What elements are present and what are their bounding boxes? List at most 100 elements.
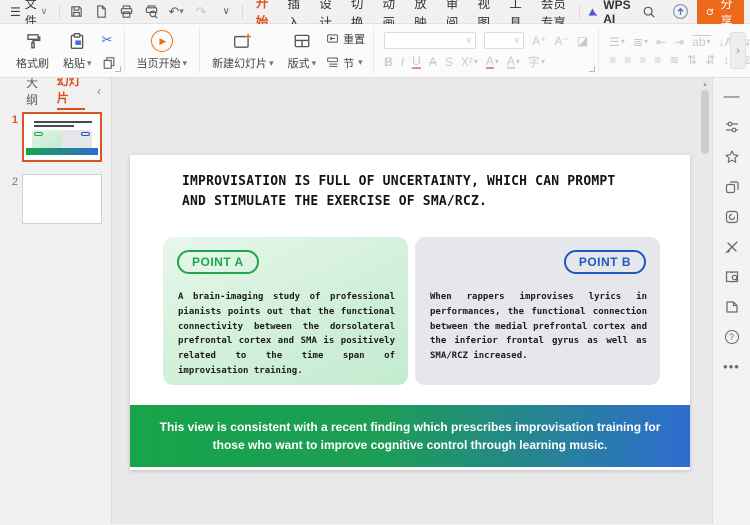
shapes-layers-icon[interactable] [723,178,741,196]
slides-group: 新建幻灯片▾ 版式▾ 重置 节 ▾ [200,27,374,74]
paragraph-spacing-button[interactable]: ⇵ [705,54,715,66]
superscript-button[interactable]: X²▾ [461,56,478,68]
divider [579,5,580,19]
cloud-upload-icon[interactable] [672,3,689,20]
conclusion-banner-text: This view is consistent with a recent fi… [154,418,666,454]
caret-down-icon: ▾ [358,57,363,68]
justify-button[interactable]: ≡ [654,54,661,66]
outdent-button[interactable]: ⇤ [656,36,666,48]
underline-button[interactable]: U [412,55,421,69]
favorites-star-icon[interactable] [723,148,741,166]
reset-icon [326,32,339,45]
scissors-icon: ✂ [102,32,113,48]
panel-collapse-icon[interactable]: ‹ [97,84,101,98]
slideshow-group: ▶ 当页开始▾ [125,27,201,74]
customize-toolbar-icon[interactable]: ∨ [218,4,234,20]
slide-thumbnail-2[interactable] [22,174,102,224]
align-right-button[interactable]: ≡ [639,54,646,66]
numbering-button[interactable]: ≣▾ [633,36,648,48]
slide-title[interactable]: IMPROVISATION IS FULL OF UNCERTAINTY, WH… [182,172,624,212]
new-slide-label: 新建幻灯片 [212,55,267,71]
point-a-badge[interactable]: POINT A [177,250,259,274]
cut-button[interactable]: ✂ [102,32,116,48]
format-painter-button[interactable]: 格式刷 [12,29,53,72]
text-shadow-button[interactable]: S [445,56,453,68]
font-size-select[interactable]: ∨ [484,32,524,49]
wps-presentation-window: ☰ 文件 ∨ ↶▾ ↷ ∨ 开始 插入 设计 切 [0,0,750,525]
tab-outline[interactable]: 大纲 [26,74,45,108]
save-icon[interactable] [68,4,84,20]
slide-thumbnail-preview [26,116,98,158]
pinyin-button[interactable]: ab▾ [692,35,710,48]
highlight-color-button[interactable]: A▾ [507,55,520,69]
search-icon[interactable] [642,5,656,19]
bold-button[interactable]: B [384,56,393,68]
wps-ai-label: WPS AI [603,0,634,26]
reset-button[interactable]: 重置 [326,31,365,47]
right-sidebar: — ? ••• [712,78,750,524]
distribute-button[interactable]: ≋ [669,54,679,66]
play-icon: ▶ [151,30,173,52]
section-button[interactable]: 节 ▾ [326,55,365,71]
point-a-card[interactable]: POINT A A brain-imaging study of profess… [163,237,408,385]
layout-button[interactable]: 版式▾ [284,29,321,72]
scrollbar-thumb[interactable] [701,90,709,154]
font-dialog-launcher[interactable] [589,66,595,72]
slide-thumbnail-1[interactable] [22,112,102,162]
undo-icon[interactable]: ↶▾ [168,4,184,20]
share-icon [706,6,714,17]
italic-button[interactable]: I [401,56,404,68]
editing-canvas[interactable]: IMPROVISATION IS FULL OF UNCERTAINTY, WH… [112,78,712,524]
help-icon[interactable]: ? [723,328,741,346]
panel-tabs: 大纲 幻灯片 ‹ [0,78,111,104]
start-from-page-button[interactable]: ▶ 当页开始▾ [133,29,192,72]
clear-format-button[interactable]: ◪ [577,35,588,47]
layout-icon [293,30,311,52]
indent-button[interactable]: ⇥ [674,36,684,48]
conclusion-banner[interactable]: This view is consistent with a recent fi… [130,405,690,467]
new-slide-button[interactable]: 新建幻灯片▾ [208,29,278,72]
copy-button[interactable] [102,56,116,70]
vertical-scrollbar[interactable]: ▴ [700,80,710,522]
section-icon [326,56,339,69]
print-icon[interactable] [118,4,134,20]
scroll-up-icon[interactable]: ▴ [700,80,710,88]
sidebar-collapse-icon[interactable]: — [723,88,741,106]
line-spacing-button[interactable]: ⇅ [687,54,697,66]
shrink-font-button[interactable]: A⁻ [554,35,568,47]
slide-editing-surface[interactable]: IMPROVISATION IS FULL OF UNCERTAINTY, WH… [130,155,690,470]
print-preview-icon[interactable] [143,4,159,20]
bullets-button[interactable]: ☰▾ [609,36,625,48]
slide-thumbnail-row-1: 1 [4,112,105,162]
properties-sliders-icon[interactable] [723,118,741,136]
font-group: ∨ ∨ A⁺ A⁻ ◪ B I U A S X²▾ A▾ A▾ 字▾ [374,27,599,74]
align-center-button[interactable]: ≡ [624,54,631,66]
ribbon-expand-button[interactable]: › [730,32,746,69]
caret-down-icon: ▾ [312,58,317,69]
clipboard-dialog-launcher[interactable] [115,66,121,72]
export-icon[interactable] [93,4,109,20]
convert-smartart-button[interactable]: ⇄ [746,36,750,48]
font-family-select[interactable]: ∨ [384,32,476,49]
point-a-text[interactable]: A brain-imaging study of professional pi… [178,290,395,379]
character-tool-button[interactable]: 字▾ [528,56,545,68]
align-left-button[interactable]: ≡ [609,54,616,66]
more-options-icon[interactable]: ••• [723,358,741,376]
redo-icon[interactable]: ↷ [193,4,209,20]
paste-button[interactable]: 粘贴▾ [59,29,96,72]
animation-sticker-icon[interactable] [723,208,741,226]
wps-ai-button[interactable]: WPS AI [588,0,634,26]
point-b-card[interactable]: POINT B When rappers improvises lyrics i… [415,237,660,385]
slide-number: 1 [4,112,18,162]
font-color-button[interactable]: A▾ [486,55,499,69]
point-b-text[interactable]: When rappers improvises lyrics in perfor… [430,290,647,364]
grow-font-button[interactable]: A⁺ [532,35,546,47]
quick-access-toolbar: ↶▾ ↷ ∨ [68,4,234,20]
reader-search-icon[interactable] [723,268,741,286]
strikethrough-button[interactable]: A [429,56,437,68]
design-tools-icon[interactable] [723,238,741,256]
sticker-tag-icon[interactable] [723,298,741,316]
point-b-badge[interactable]: POINT B [564,250,646,274]
slide-thumbnail-list: 1 2 [0,104,111,224]
caret-down-icon: ▾ [87,58,92,69]
